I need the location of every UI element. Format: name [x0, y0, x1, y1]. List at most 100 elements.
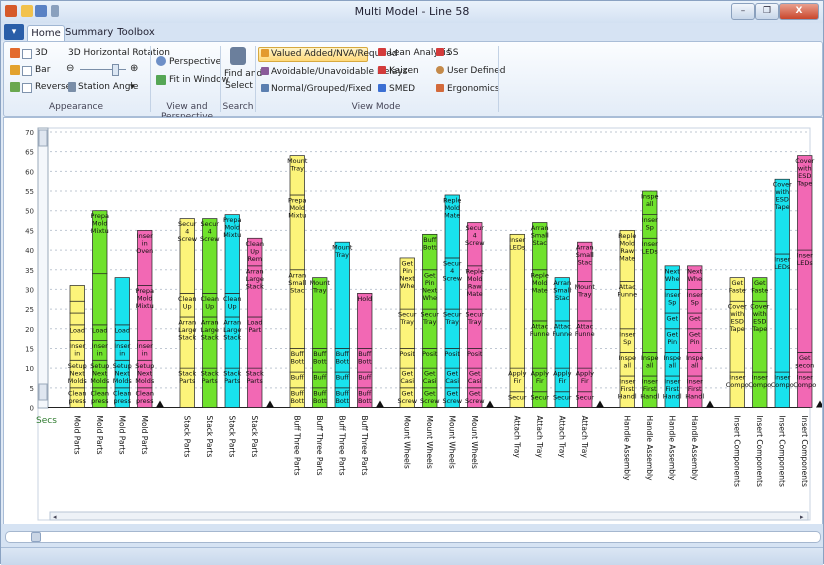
bar-segment-label: Inser Compo	[726, 374, 749, 390]
chart-bar[interactable]: Stack PartsArran Large StackClean UpPrepa Mol…	[223, 214, 241, 408]
chart-bar[interactable]: Buff Bott Buff Buff Bott Hold	[357, 293, 373, 408]
normal-grouped-button[interactable]: Normal/Grouped/Fixed	[271, 84, 372, 94]
application-menu-button[interactable]: ▾	[4, 24, 24, 40]
bar-checkbox[interactable]	[22, 66, 32, 76]
bar-segment-label: Reple Mold Mate	[443, 196, 461, 219]
bar-segment-label: Secur Tray	[398, 311, 417, 327]
minimize-button[interactable]: –	[731, 3, 755, 20]
chart-bar[interactable]: Get ScrewGet CasiPositSecur TraySecur 4 Screw…	[442, 194, 463, 408]
bar-segment-label: Arran Large Stack	[223, 318, 241, 341]
group-separator	[220, 46, 221, 112]
rotation-slider[interactable]	[80, 69, 126, 70]
bar-segment-label: Next Whe	[687, 267, 703, 283]
y-tick-label: 55	[25, 188, 34, 196]
chart-bar[interactable]: Buff BottBuffBuff BottMount Tray	[332, 241, 353, 408]
bar-segment-label: Reple Mold Raw Mate	[618, 232, 636, 263]
bar-segment-label: Attac Funne	[575, 322, 595, 338]
binoculars-icon[interactable]	[230, 47, 246, 65]
zoom-slider-thumb[interactable]	[31, 532, 41, 542]
bar-segment-label: Buff Bott	[313, 389, 327, 405]
restore-button[interactable]: ❐	[755, 3, 779, 20]
y-scale	[37, 127, 49, 409]
view-mode-group-title: View Mode	[351, 102, 401, 112]
chart-bar[interactable]: Stack PartsArran Large StackClean UpSecur 4 Sc…	[177, 218, 198, 408]
chart-bar[interactable]: Get ScrewGet CasiPositSecur TrayReple Mold Ra…	[465, 222, 485, 408]
smed-button[interactable]: SMED	[389, 84, 415, 94]
tab-toolbox[interactable]: Toolbox	[113, 25, 159, 41]
bar-segment[interactable]	[69, 312, 85, 326]
bar-segment-label: Reple Mold Raw Mate	[466, 267, 484, 298]
bar-segment-label: Secur Tray	[443, 311, 462, 327]
chart-bar[interactable]: Stack PartsArran Large StackClean UpSecur 4 Sc…	[200, 218, 220, 408]
bar-segment[interactable]	[69, 300, 85, 314]
bar-segment-label: Inser First Handl	[685, 378, 704, 401]
rotation-decrease-button[interactable]: ⊖	[66, 63, 74, 74]
bar-segment-label: Prepa Mold Mixtu	[91, 212, 109, 235]
bar-segment[interactable]	[509, 233, 525, 369]
rotation-increase-button[interactable]: ⊕	[130, 63, 138, 74]
chart-horizontal-scrollbar[interactable]	[49, 511, 809, 521]
bar-segment-label: Buff Bott	[335, 389, 349, 405]
avoidable-delays-icon	[261, 67, 269, 75]
bar-segment-label: Buff Bott	[358, 350, 372, 366]
y-scale-top-handle[interactable]	[38, 129, 48, 147]
bar-segment-label: Get Casi	[400, 370, 414, 386]
zoom-slider-track[interactable]	[5, 531, 821, 543]
chevron-down-icon[interactable]: ▾	[130, 82, 135, 92]
chart-bar[interactable]: Clean pressSetup Next MoldsInser inLoad	[68, 285, 88, 408]
chart-bar[interactable]: SecurApply FirAttac FunneMount TrayArran Sma…	[575, 241, 596, 408]
chart-bar[interactable]: SecurApply FirInser LEDs	[508, 233, 527, 408]
bar-segment-label: Inser LEDs	[774, 256, 791, 272]
x-tick-label: Insert Components	[777, 416, 786, 487]
x-tick-label: Stack Parts	[227, 416, 236, 458]
rotation-slider-thumb[interactable]	[112, 64, 119, 76]
y-tick-label: 65	[25, 149, 34, 157]
y-tick-label: 40	[25, 247, 34, 255]
find-select-button-line2[interactable]: Select	[224, 81, 254, 91]
chart-bar[interactable]: Buff Bott Buff Buff Bott Arran Small Stac Prepa M…	[287, 155, 308, 408]
bar-segment[interactable]	[92, 273, 108, 326]
x-tick-label: Attach Tray	[557, 416, 566, 459]
tab-summary[interactable]: Summary	[65, 25, 113, 41]
5s-button[interactable]: 5S	[447, 48, 458, 58]
chart-bar[interactable]: Clean pressSetup Next MoldsInser inLoadPrepa…	[90, 210, 110, 408]
x-tick-label: Insert Components	[755, 416, 764, 487]
chart-bar[interactable]: SecurApply FirAttac FunneReple Mold MateArra…	[530, 222, 550, 408]
chart-bar[interactable]: Inser First HandlInspe allInser LEDsInser SpI…	[640, 190, 659, 408]
bar-segment-label: Buff	[313, 374, 327, 382]
bar-segment-label: Get Pin Next Whe	[400, 259, 416, 290]
bar-segment-label: Next Whe	[665, 267, 681, 283]
chart-bar[interactable]: Clean pressSetup Next MoldsInser inPrepa Mold…	[135, 230, 155, 408]
bar-segment[interactable]	[114, 277, 130, 326]
tab-home[interactable]: Home	[27, 25, 65, 42]
chart-bar[interactable]: SecurApply FirAttac FunneArran Small Stac	[552, 277, 572, 408]
chart-bar[interactable]: Inser First HandlInspe allGet PinGetInser SpN…	[685, 265, 704, 408]
user-defined-button[interactable]: User Defined	[447, 66, 505, 76]
kaizen-button[interactable]: Kaizen	[389, 66, 419, 76]
find-select-button[interactable]: Find and	[224, 69, 262, 79]
lean-analysis-icon	[378, 48, 386, 56]
scroll-right-arrow-icon[interactable]: ▸	[800, 513, 804, 521]
bar-segment-label: Arran Small Stac	[576, 244, 594, 267]
y-scale-bottom-handle[interactable]	[38, 383, 48, 401]
close-button[interactable]: X	[779, 3, 819, 20]
bar-segment-label: Setup Next Molds	[90, 362, 110, 385]
chart-bar[interactable]: Inser First HandlInspe allGet PinGetInser SpN…	[663, 265, 682, 408]
chart-bar[interactable]: Clean pressSetup Next MoldsInser inLoad	[113, 277, 133, 408]
reverse-checkbox[interactable]	[22, 83, 32, 93]
chart-bar[interactable]: Stack PartsLoad PartArran Large StackClean Up…	[246, 237, 264, 408]
chart-bar[interactable]: Get ScrewGet CasiPositSecur TrayGet Pin Next W…	[420, 233, 440, 408]
chart-bar[interactable]: Inser First HandlInspe allInser SpAttac Funne…	[617, 230, 637, 408]
bar-segment[interactable]	[642, 237, 658, 353]
application-window: Multi Model - Line 58 – ❐ X ▾ Home Summa…	[0, 0, 824, 565]
bar-segment[interactable]	[69, 285, 85, 302]
perspective-button[interactable]: Perspective	[169, 57, 221, 67]
bar-segment[interactable]	[774, 253, 790, 373]
scroll-left-arrow-icon[interactable]: ◂	[53, 513, 57, 521]
3d-checkbox[interactable]	[22, 49, 32, 59]
x-tick-label: Mold Parts	[117, 416, 126, 455]
chart-bar[interactable]: Get ScrewGet CasiPositSecur TrayGet Pin Next W…	[397, 257, 418, 408]
ergonomics-button[interactable]: Ergonomics	[447, 84, 500, 94]
chart-bar[interactable]: Buff BottBuffBuff BottMount Tray	[310, 277, 331, 408]
avoidable-delays-button[interactable]: Avoidable/Unavoidable Delays	[271, 67, 407, 77]
